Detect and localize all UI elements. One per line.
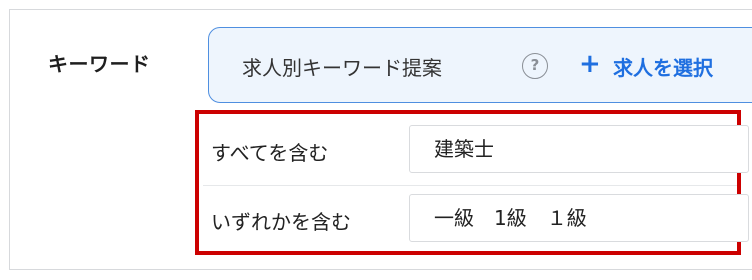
include-any-label: いずれかを含む [211,210,351,234]
include-any-input[interactable]: 一級 1級 １級 [409,194,749,242]
select-job-button[interactable]: 求人を選択 [613,52,713,81]
row-divider [203,185,737,186]
plus-icon[interactable]: + [579,48,601,80]
keyword-suggestion-label: 求人別キーワード提案 [242,56,442,80]
keyword-label: キーワード [48,52,151,76]
include-all-label: すべてを含む [211,141,329,165]
help-icon[interactable]: ? [522,53,548,79]
include-all-input[interactable]: 建築士 [409,125,749,173]
keyword-conditions-highlight: すべてを含む 建築士 いずれかを含む 一級 1級 １級 [195,110,749,255]
keyword-suggestion-box: 求人別キーワード提案 ? + 求人を選択 [208,27,752,103]
